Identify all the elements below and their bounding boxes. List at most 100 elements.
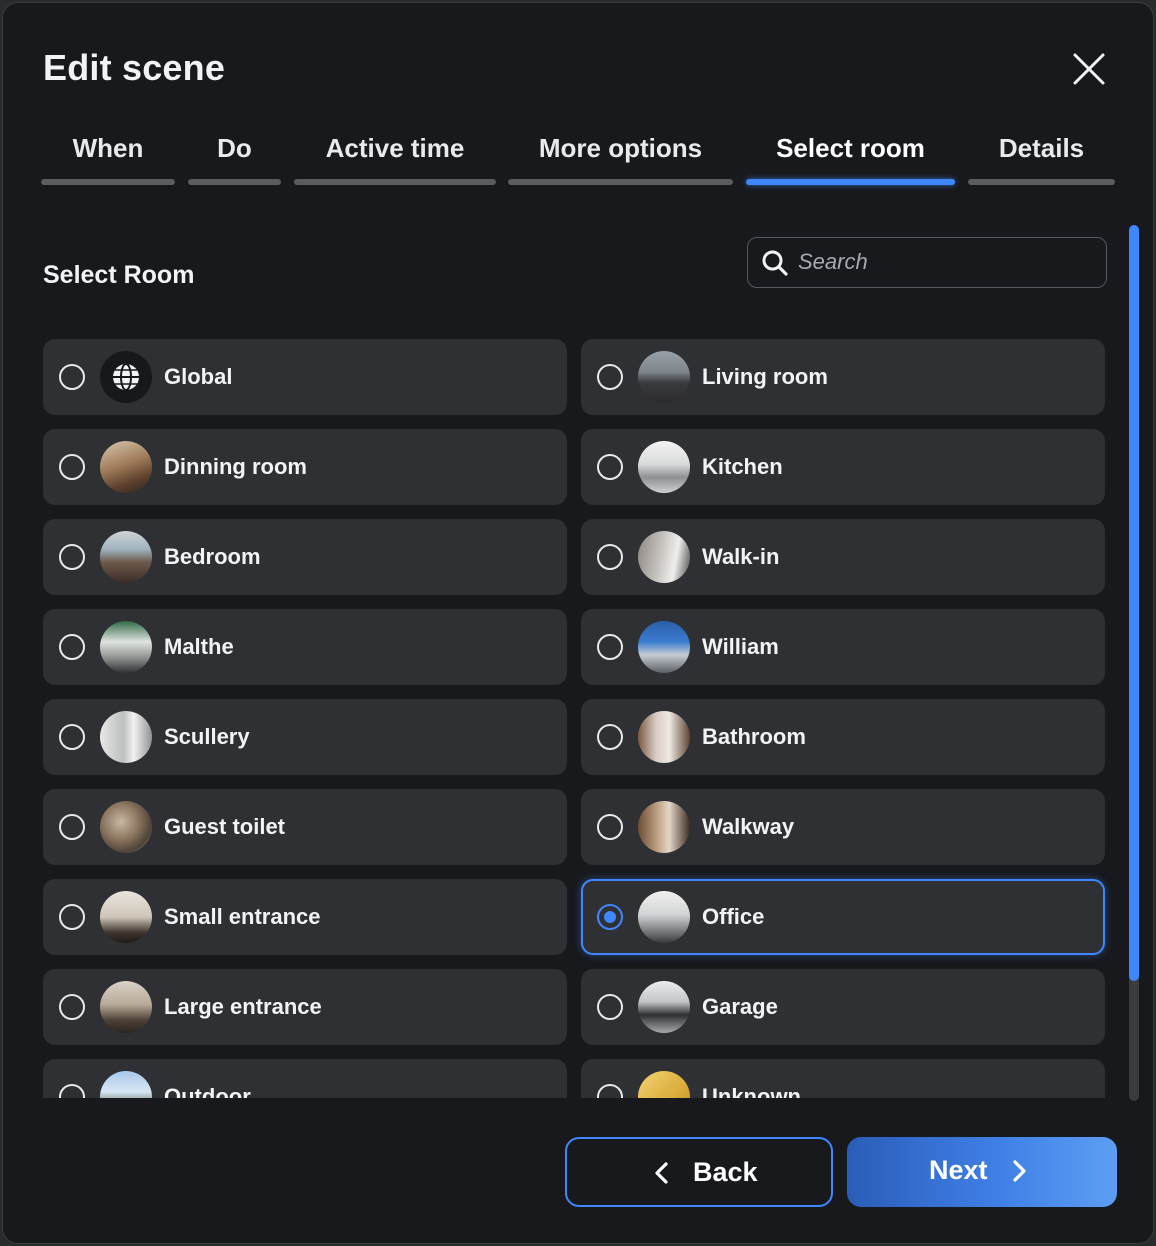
- room-item-scullery[interactable]: Scullery: [43, 699, 567, 775]
- radio-button[interactable]: [597, 1084, 623, 1098]
- room-item-bathroom[interactable]: Bathroom: [581, 699, 1105, 775]
- room-label: Large entrance: [164, 994, 322, 1019]
- radio-button[interactable]: [59, 364, 85, 390]
- room-item-large-entrance[interactable]: Large entrance: [43, 969, 567, 1045]
- back-button-label: Back: [693, 1157, 758, 1187]
- edit-scene-dialog: Edit scene When Do Active time More opti…: [2, 2, 1154, 1244]
- radio-button[interactable]: [597, 544, 623, 570]
- tab-do[interactable]: Do: [188, 129, 281, 189]
- walkway-photo: [638, 801, 690, 853]
- room-item-outdoor[interactable]: Outdoor: [43, 1059, 567, 1098]
- room-item-walk-in[interactable]: Walk-in: [581, 519, 1105, 595]
- room-label: Kitchen: [702, 454, 783, 479]
- room-label: Guest toilet: [164, 814, 286, 839]
- room-label: Outdoor: [164, 1084, 251, 1098]
- room-label: Bathroom: [702, 724, 806, 749]
- search-icon: [762, 250, 788, 276]
- room-item-small-entrance[interactable]: Small entrance: [43, 879, 567, 955]
- radio-button[interactable]: [59, 634, 85, 660]
- room-label: Unknown: [702, 1084, 801, 1098]
- room-label: Garage: [702, 994, 778, 1019]
- room-label: Global: [164, 364, 233, 389]
- radio-button[interactable]: [597, 724, 623, 750]
- radio-button[interactable]: [59, 724, 85, 750]
- bedroom-photo: [100, 531, 152, 583]
- tab-indicator: [41, 179, 175, 185]
- room-item-living-room[interactable]: Living room: [581, 339, 1105, 415]
- tab-indicator: [188, 179, 281, 185]
- room-label: William: [702, 634, 779, 659]
- outdoor-photo: [100, 1071, 152, 1098]
- radio-button[interactable]: [59, 994, 85, 1020]
- tab-when[interactable]: When: [41, 129, 175, 189]
- small-entrance-photo: [100, 891, 152, 943]
- globe-icon: [100, 351, 152, 403]
- scullery-photo: [100, 711, 152, 763]
- tab-indicator: [968, 179, 1115, 185]
- radio-button[interactable]: [597, 364, 623, 390]
- next-button[interactable]: Next: [847, 1137, 1117, 1207]
- living-room-photo: [638, 351, 690, 403]
- room-label: Bedroom: [164, 544, 261, 569]
- search-input[interactable]: [798, 246, 1088, 278]
- room-item-unknown[interactable]: Unknown: [581, 1059, 1105, 1098]
- bathroom-photo: [638, 711, 690, 763]
- close-button[interactable]: [1069, 49, 1109, 89]
- tab-indicator: [508, 179, 733, 185]
- next-button-label: Next: [929, 1155, 988, 1185]
- room-label: Scullery: [164, 724, 250, 749]
- tab-more-options[interactable]: More options: [508, 129, 733, 189]
- radio-button[interactable]: [59, 1084, 85, 1098]
- chevron-right-icon: [1013, 1160, 1026, 1182]
- section-title: Select Room: [43, 261, 195, 289]
- dinning-room-photo: [100, 441, 152, 493]
- walk-in-photo: [638, 531, 690, 583]
- room-item-guest-toilet[interactable]: Guest toilet: [43, 789, 567, 865]
- room-item-garage[interactable]: Garage: [581, 969, 1105, 1045]
- room-item-walkway[interactable]: Walkway: [581, 789, 1105, 865]
- scrollbar-track[interactable]: [1129, 225, 1139, 1101]
- room-label: Office: [702, 904, 765, 929]
- room-item-kitchen[interactable]: Kitchen: [581, 429, 1105, 505]
- radio-button[interactable]: [59, 454, 85, 480]
- room-label: Walk-in: [702, 544, 780, 569]
- tab-select-room[interactable]: Select room: [746, 129, 955, 189]
- radio-button[interactable]: [59, 814, 85, 840]
- tab-indicator-active: [746, 179, 955, 185]
- tab-indicator: [294, 179, 496, 185]
- tab-active-time[interactable]: Active time: [294, 129, 496, 189]
- radio-button[interactable]: [597, 634, 623, 660]
- room-label: Living room: [702, 364, 828, 389]
- garage-photo: [638, 981, 690, 1033]
- room-item-office[interactable]: Office: [581, 879, 1105, 955]
- room-label: Dinning room: [164, 454, 307, 479]
- william-photo: [638, 621, 690, 673]
- room-item-bedroom[interactable]: Bedroom: [43, 519, 567, 595]
- close-icon: [1073, 53, 1105, 85]
- scrollbar-thumb[interactable]: [1129, 225, 1139, 981]
- guest-toilet-photo: [100, 801, 152, 853]
- room-item-dinning-room[interactable]: Dinning room: [43, 429, 567, 505]
- room-label: Small entrance: [164, 904, 321, 929]
- room-item-malthe[interactable]: Malthe: [43, 609, 567, 685]
- radio-button-selected[interactable]: [597, 904, 623, 930]
- radio-button[interactable]: [597, 994, 623, 1020]
- search-box[interactable]: [747, 237, 1107, 288]
- radio-button[interactable]: [59, 904, 85, 930]
- unknown-placeholder: [638, 1071, 690, 1098]
- chevron-left-icon: [655, 1162, 668, 1184]
- dialog-title: Edit scene: [43, 47, 226, 88]
- room-label: Malthe: [164, 634, 234, 659]
- room-list: Global Living room Dinning room Kitchen …: [3, 303, 1123, 1098]
- office-photo: [638, 891, 690, 943]
- large-entrance-photo: [100, 981, 152, 1033]
- room-item-william[interactable]: William: [581, 609, 1105, 685]
- room-item-global[interactable]: Global: [43, 339, 567, 415]
- kitchen-photo: [638, 441, 690, 493]
- tab-details[interactable]: Details: [968, 129, 1115, 189]
- radio-button[interactable]: [597, 454, 623, 480]
- room-label: Walkway: [702, 814, 795, 839]
- back-button[interactable]: Back: [565, 1137, 833, 1207]
- radio-button[interactable]: [59, 544, 85, 570]
- radio-button[interactable]: [597, 814, 623, 840]
